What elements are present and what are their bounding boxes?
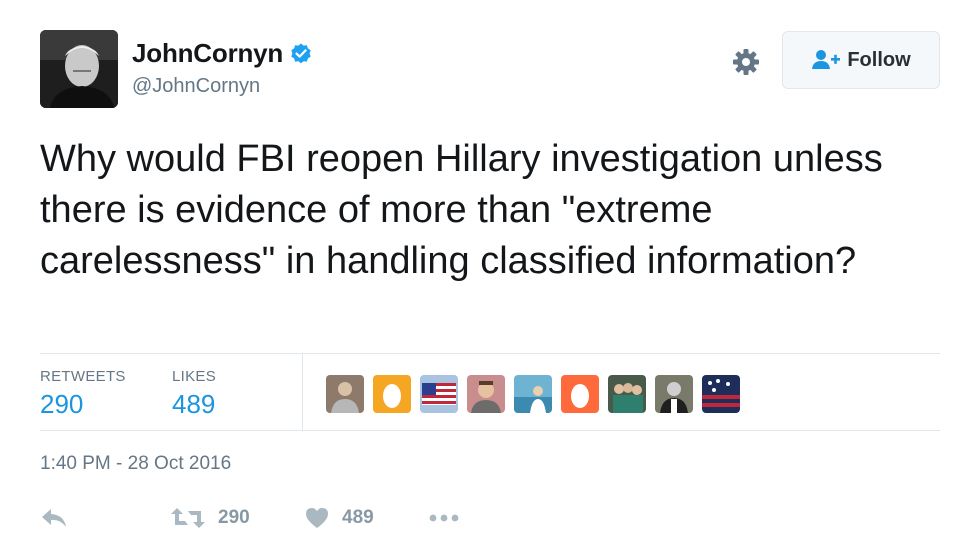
liker-avatars — [326, 375, 749, 413]
heart-icon — [306, 508, 328, 528]
stats-divider — [302, 354, 303, 430]
tweet-timestamp[interactable]: 1:40 PM - 28 Oct 2016 — [40, 453, 231, 475]
retweets-stat[interactable]: RETWEETS 290 — [40, 368, 126, 420]
follow-button[interactable]: Follow — [782, 31, 940, 89]
user-avatar[interactable] — [40, 30, 118, 108]
liker-avatar[interactable] — [655, 375, 693, 413]
group-avatar[interactable] — [608, 375, 646, 413]
likes-count: 489 — [172, 389, 216, 419]
retweet-count: 290 — [218, 507, 250, 528]
landscape-avatar[interactable] — [514, 375, 552, 413]
gear-icon[interactable] — [730, 46, 762, 78]
retweet-icon — [171, 508, 205, 528]
default-egg-avatar[interactable] — [561, 375, 599, 413]
like-count: 489 — [342, 507, 374, 528]
likes-label: LIKES — [172, 368, 217, 385]
user-handle[interactable]: @JohnCornyn — [132, 75, 313, 98]
follow-label: Follow — [847, 48, 911, 71]
user-identity: JohnCornyn @JohnCornyn — [132, 38, 313, 98]
more-button[interactable] — [428, 500, 460, 536]
like-button[interactable]: 489 — [304, 500, 374, 536]
retweets-label: RETWEETS — [40, 368, 126, 385]
more-icon — [429, 514, 459, 522]
flag-avatar[interactable] — [420, 375, 458, 413]
default-egg-avatar[interactable] — [373, 375, 411, 413]
add-user-icon — [812, 50, 841, 69]
liker-avatar[interactable] — [467, 375, 505, 413]
flag-avatar[interactable] — [702, 375, 740, 413]
verified-badge-icon — [291, 43, 311, 63]
reply-button[interactable] — [40, 500, 68, 536]
tweet-text: Why would FBI reopen Hillary investigati… — [40, 138, 883, 282]
tweet-actions: 290 489 — [40, 500, 540, 536]
reply-icon — [42, 509, 66, 527]
retweets-count: 290 — [40, 389, 84, 419]
stats-bar: RETWEETS 290 LIKES 489 — [40, 353, 940, 431]
display-name[interactable]: JohnCornyn — [132, 38, 283, 69]
retweet-button[interactable]: 290 — [170, 500, 250, 536]
likes-stat[interactable]: LIKES 489 — [172, 368, 216, 420]
liker-avatar[interactable] — [326, 375, 364, 413]
